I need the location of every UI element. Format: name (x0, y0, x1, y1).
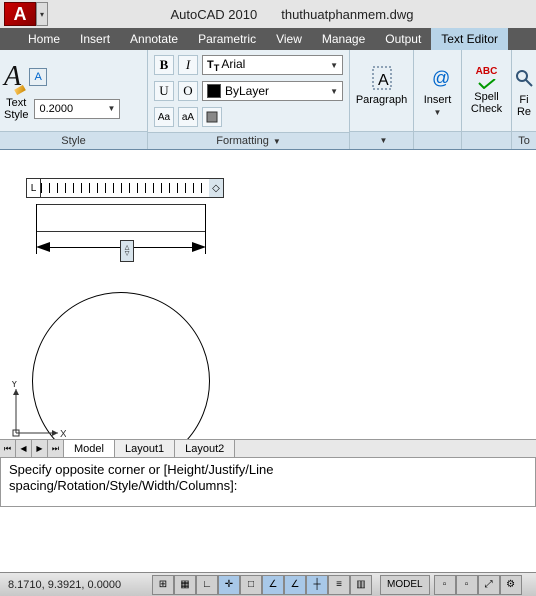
caps-button[interactable]: Aa (154, 107, 174, 127)
italic-button[interactable]: I (178, 55, 198, 75)
status-bar: 8.1710, 9.3921, 0.0000 ⊞ ▦ ∟ ✛ □ ∠ ∠ ┼ ≡… (0, 572, 536, 596)
panel-tools-footer[interactable]: To (512, 131, 536, 149)
tab-view[interactable]: View (266, 28, 312, 50)
svg-text:@: @ (432, 68, 450, 88)
layout-nav-next[interactable]: ▶ (32, 440, 48, 457)
workspace-switch[interactable]: ⚙ (500, 575, 522, 595)
panel-style-footer[interactable]: Style (0, 131, 147, 149)
quickview-layouts[interactable]: ▫ (434, 575, 456, 595)
panel-formatting: B I TTArial ▼ U O ByLayer ▼ Aa aA (148, 50, 350, 149)
snap-toggle[interactable]: ⊞ (152, 575, 174, 595)
underline-button[interactable]: U (154, 81, 174, 101)
tab-parametric[interactable]: Parametric (188, 28, 266, 50)
spellcheck-label[interactable]: SpellCheck (471, 91, 502, 115)
layout-tab-layout1[interactable]: Layout1 (115, 440, 175, 457)
grid-toggle[interactable]: ▦ (174, 575, 196, 595)
qat-dropdown[interactable]: ▾ (36, 2, 48, 26)
panel-spell-footer (462, 131, 511, 149)
title-bar: A ▾ AutoCAD 2010 thuthuatphanmem.dwg (0, 0, 536, 28)
lwt-toggle[interactable]: ≡ (328, 575, 350, 595)
modelspace-indicator[interactable]: MODEL (380, 575, 430, 595)
panel-spellcheck: ABC SpellCheck (462, 50, 512, 149)
ruler-tab-indicator[interactable]: L (27, 179, 41, 197)
tab-insert[interactable]: Insert (70, 28, 120, 50)
find-label: FiRe (517, 94, 531, 118)
insert-label: Insert (424, 94, 452, 106)
panel-paragraph-footer[interactable]: ▼ (350, 131, 413, 149)
color-combo[interactable]: ByLayer ▼ (202, 81, 343, 101)
check-icon (477, 79, 497, 89)
mtext-ruler[interactable]: L ◇ (26, 178, 224, 198)
panel-style: A A TextStyle 0.2000▼ Style (0, 50, 148, 149)
layout-nav-prev[interactable]: ◀ (16, 440, 32, 457)
arrow-right-icon (192, 242, 206, 252)
ruler-ticks[interactable] (41, 179, 209, 197)
command-text-1: Specify opposite corner or [Height/Justi… (9, 462, 527, 478)
arrow-left-icon (36, 242, 50, 252)
layout-tab-row: ⏮ ◀ ▶ ⏭ Model Layout1 Layout2 (0, 439, 536, 457)
paragraph-icon[interactable]: A (368, 64, 396, 92)
ducs-toggle[interactable]: ∠ (284, 575, 306, 595)
panel-find: FiRe To (512, 50, 536, 149)
tab-text-editor[interactable]: Text Editor (431, 28, 508, 50)
panel-insert-footer (414, 131, 461, 149)
doc-filename: thuthuatphanmem.dwg (281, 7, 413, 22)
annotative-toggle[interactable]: A (29, 68, 47, 86)
text-style-icon[interactable]: A (4, 61, 21, 93)
panel-formatting-footer[interactable]: Formatting▼ (148, 132, 349, 149)
ruler-width-grip[interactable]: ◇ (209, 179, 223, 197)
layout-tab-model[interactable]: Model (64, 440, 115, 457)
svg-text:A: A (378, 72, 389, 89)
bold-button[interactable]: B (154, 55, 174, 75)
text-height-combo[interactable]: 0.2000▼ (34, 99, 120, 119)
ribbon: A A TextStyle 0.2000▼ Style B I TTArial (0, 50, 536, 150)
dyn-toggle[interactable]: ┼ (306, 575, 328, 595)
tab-annotate[interactable]: Annotate (120, 28, 188, 50)
ucs-icon: X Y (8, 381, 66, 441)
ribbon-tab-strip: Home Insert Annotate Parametric View Man… (0, 28, 536, 50)
color-swatch (207, 84, 221, 98)
command-text-2: spacing/Rotation/Style/Width/Columns]: (9, 478, 527, 494)
workspace: L ◇ △▽ ThuThuatPhanMem.vn X Y ⏮ ◀ ▶ ⏭ Mo… (0, 150, 536, 551)
insert-dropdown[interactable]: ▼ (434, 108, 442, 117)
font-combo[interactable]: TTArial ▼ (202, 55, 343, 75)
layout-tab-layout2[interactable]: Layout2 (175, 440, 235, 457)
tab-home[interactable]: Home (0, 28, 70, 50)
column-height-grip[interactable]: △▽ (120, 240, 134, 262)
mtext-editor-box[interactable] (36, 204, 206, 232)
svg-text:Y: Y (11, 381, 18, 390)
spellcheck-abc: ABC (476, 66, 498, 77)
panel-insert: @ Insert ▼ (414, 50, 462, 149)
panel-paragraph: A Paragraph ▼ (350, 50, 414, 149)
ortho-toggle[interactable]: ∟ (196, 575, 218, 595)
app-logo[interactable]: A (4, 2, 36, 26)
insert-symbol-icon[interactable]: @ (424, 64, 452, 92)
smallcaps-button[interactable]: aA (178, 107, 198, 127)
drafting-toggles: ⊞ ▦ ∟ ✛ □ ∠ ∠ ┼ ≡ ▥ (152, 575, 372, 595)
qp-toggle[interactable]: ▥ (350, 575, 372, 595)
layout-nav-last[interactable]: ⏭ (48, 440, 64, 457)
text-style-label: TextStyle (4, 97, 28, 121)
background-mask-button[interactable] (202, 107, 222, 127)
drawing-canvas[interactable]: L ◇ △▽ ThuThuatPhanMem.vn (0, 164, 536, 447)
annoscale-toggle[interactable]: ⤢ (478, 575, 500, 595)
find-icon[interactable] (510, 64, 536, 92)
command-line[interactable]: Specify opposite corner or [Height/Justi… (0, 457, 536, 507)
layout-nav-first[interactable]: ⏮ (0, 440, 16, 457)
app-name: AutoCAD 2010 (171, 7, 258, 22)
otrack-toggle[interactable]: ∠ (262, 575, 284, 595)
paragraph-label: Paragraph (356, 94, 407, 118)
quickview-drawings[interactable]: ▫ (456, 575, 478, 595)
overline-button[interactable]: O (178, 81, 198, 101)
osnap-toggle[interactable]: □ (240, 575, 262, 595)
tab-output[interactable]: Output (375, 28, 431, 50)
tab-manage[interactable]: Manage (312, 28, 375, 50)
cursor-coords[interactable]: 8.1710, 9.3921, 0.0000 (0, 579, 148, 591)
polar-toggle[interactable]: ✛ (218, 575, 240, 595)
